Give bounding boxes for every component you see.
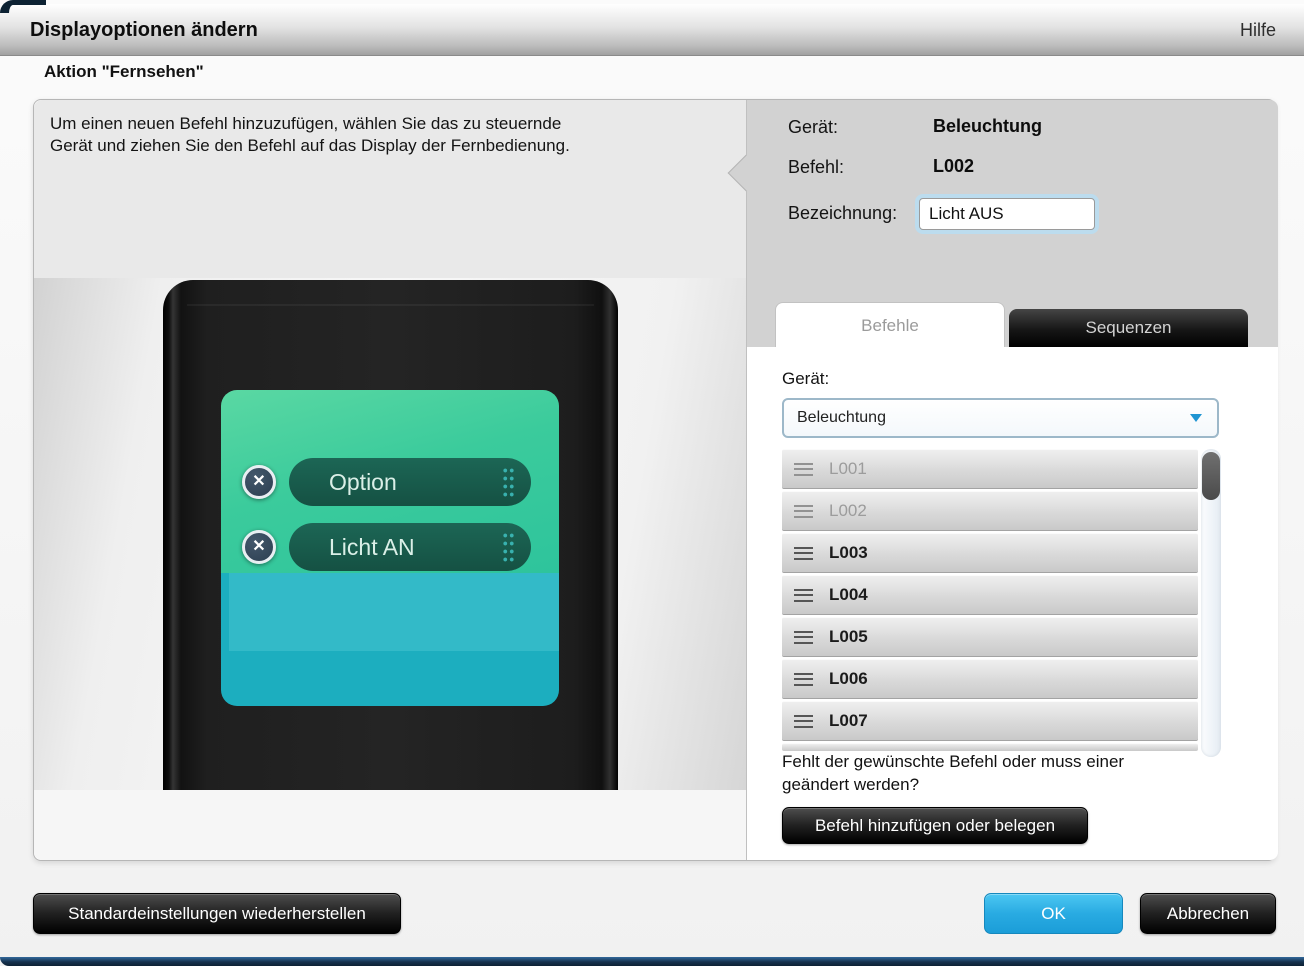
command-row[interactable]: L001	[782, 449, 1198, 489]
command-row[interactable]: L003	[782, 533, 1198, 573]
name-label: Bezeichnung:	[788, 203, 897, 224]
dialog-title: Displayoptionen ändern	[30, 4, 258, 56]
help-link[interactable]: Hilfe	[1240, 4, 1276, 56]
main-container: Um einen neuen Befehl hinzuzufügen, wähl…	[33, 99, 1276, 861]
remove-command-icon[interactable]: ✕	[242, 465, 276, 499]
question-line-2: geändert werden?	[782, 774, 1124, 797]
scrollbar-track[interactable]	[1201, 449, 1221, 757]
drag-dots-icon	[502, 467, 515, 498]
remote-photo: ✕ Option ✕ Licht AN	[34, 278, 746, 790]
pill-label: Option	[329, 458, 397, 506]
command-label: L004	[829, 585, 868, 605]
tab-content: Gerät: Beleuchtung L001L002L003L004L005L…	[747, 347, 1278, 860]
photo-bottom-strip	[34, 790, 746, 860]
command-label: L006	[829, 669, 868, 689]
instruction-line-1: Um einen neuen Befehl hinzuzufügen, wähl…	[50, 113, 690, 135]
remote-screen: ✕ Option ✕ Licht AN	[221, 390, 559, 706]
right-panel: Gerät: Beleuchtung Befehl: L002 Bezeichn…	[746, 100, 1277, 860]
device-dropdown-value: Beleuchtung	[797, 400, 886, 436]
instruction-line-2: Gerät und ziehen Sie den Befehl auf das …	[50, 135, 690, 157]
remote-body: ✕ Option ✕ Licht AN	[163, 280, 618, 790]
frame-corner-top-left	[0, 0, 46, 13]
question-line-1: Fehlt der gewünschte Befehl oder muss ei…	[782, 751, 1124, 774]
command-list: L001 L002 L003 L004 L005 L006 L007	[782, 449, 1198, 751]
command-drag-icon	[794, 505, 813, 518]
frame-bottom-border	[0, 957, 1304, 966]
name-input[interactable]	[919, 198, 1095, 230]
restore-defaults-button[interactable]: Standardeinstellungen wiederherstellen	[33, 893, 401, 934]
pill-label: Licht AN	[329, 523, 415, 571]
display-command-pill[interactable]: Licht AN	[289, 523, 531, 571]
command-row[interactable]: L005	[782, 617, 1198, 657]
command-drag-icon	[794, 715, 813, 728]
command-label: Befehl:	[788, 157, 844, 178]
screen-drop-zone[interactable]	[229, 573, 559, 651]
command-drag-icon	[794, 463, 813, 476]
tab-befehle[interactable]: Befehle	[775, 302, 1005, 347]
command-value: L002	[933, 156, 974, 177]
command-drag-icon	[794, 631, 813, 644]
missing-command-question: Fehlt der gewünschte Befehl oder muss ei…	[782, 751, 1124, 797]
device-select-label: Gerät:	[782, 369, 829, 389]
remove-command-icon[interactable]: ✕	[242, 530, 276, 564]
drag-dots-icon	[502, 532, 515, 563]
command-label: L002	[829, 501, 867, 521]
command-row[interactable]: L002	[782, 491, 1198, 531]
ok-button[interactable]: OK	[984, 893, 1123, 934]
display-command-pill[interactable]: Option	[289, 458, 531, 506]
command-label: L003	[829, 543, 868, 563]
command-row[interactable]: L007	[782, 701, 1198, 741]
command-label: L007	[829, 711, 868, 731]
command-drag-icon	[794, 547, 813, 560]
command-drag-icon	[794, 673, 813, 686]
cancel-button[interactable]: Abbrechen	[1140, 893, 1276, 934]
command-drag-icon	[794, 589, 813, 602]
instruction-text: Um einen neuen Befehl hinzuzufügen, wähl…	[34, 100, 746, 278]
command-row-partial	[782, 743, 1198, 751]
action-heading: Aktion "Fernsehen"	[44, 62, 204, 82]
command-row[interactable]: L004	[782, 575, 1198, 615]
scrollbar-thumb[interactable]	[1202, 452, 1220, 500]
left-panel: Um einen neuen Befehl hinzuzufügen, wähl…	[34, 100, 746, 860]
device-dropdown[interactable]: Beleuchtung	[782, 398, 1219, 438]
device-value: Beleuchtung	[933, 116, 1042, 137]
info-block: Gerät: Beleuchtung Befehl: L002 Bezeichn…	[747, 100, 1278, 347]
command-label: L001	[829, 459, 867, 479]
title-bar: Displayoptionen ändern Hilfe	[0, 4, 1304, 56]
add-command-button[interactable]: Befehl hinzufügen oder belegen	[782, 807, 1088, 844]
tab-sequenzen[interactable]: Sequenzen	[1009, 309, 1248, 347]
device-label: Gerät:	[788, 117, 838, 138]
command-row[interactable]: L006	[782, 659, 1198, 699]
command-label: L005	[829, 627, 868, 647]
chevron-down-icon	[1190, 414, 1202, 422]
